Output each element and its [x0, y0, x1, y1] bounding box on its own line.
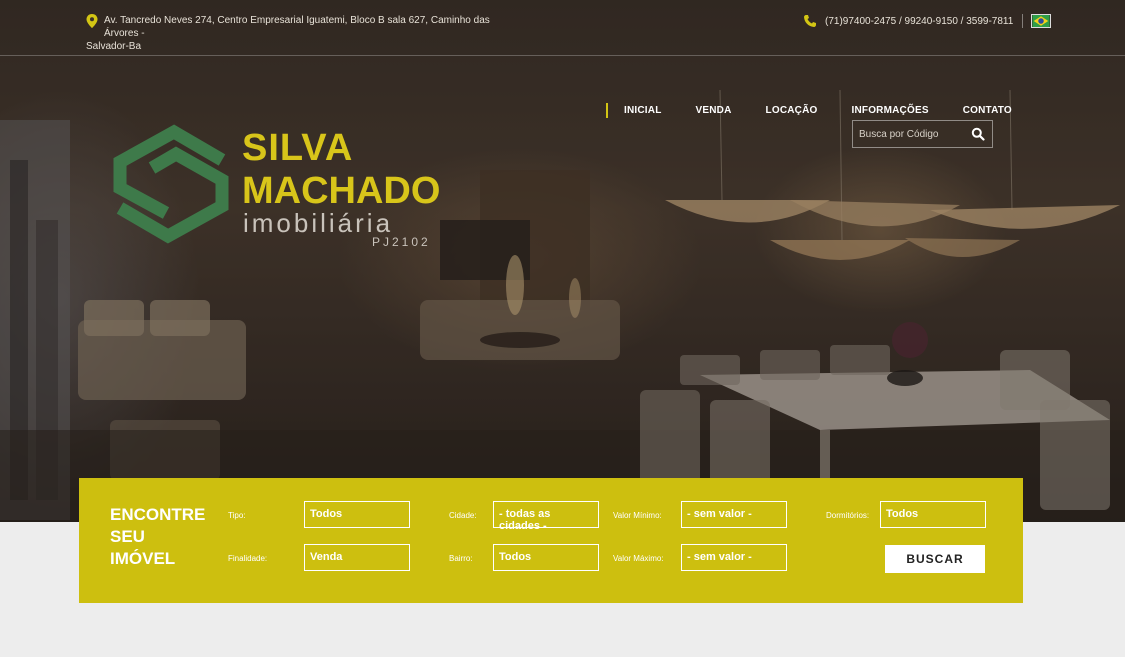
buscar-button[interactable]: BUSCAR [885, 545, 985, 573]
nav-item-locacao[interactable]: LOCAÇÃO [766, 105, 818, 116]
phone-numbers: (71)97400-2475 / 99240-9150 / 3599-7811 [825, 15, 1014, 27]
hero-banner [0, 0, 1125, 522]
brazil-flag-icon[interactable] [1031, 14, 1052, 28]
panel-title-line-2: SEU [110, 527, 145, 546]
valor-minimo-select[interactable]: - sem valor - [681, 501, 787, 528]
bairro-label: Bairro: [449, 554, 473, 563]
panel-title: ENCONTRE SEU IMÓVEL [110, 504, 210, 570]
main-nav: INICIAL VENDA LOCAÇÃO INFORMAÇÕES CONTAT… [606, 102, 1012, 118]
tipo-select[interactable]: Todos [304, 501, 410, 528]
divider [1022, 14, 1024, 28]
logo-text-machado: MACHADO [242, 170, 441, 212]
logo-registration: PJ2102 [372, 235, 431, 249]
logo-text-silva: SILVA [242, 127, 354, 169]
valor-maximo-label: Valor Máximo: [613, 554, 664, 563]
top-bar: Av. Tancredo Neves 274, Centro Empresari… [0, 0, 1125, 56]
cidade-label: Cidade: [449, 511, 477, 520]
search-icon[interactable] [971, 127, 985, 141]
finalidade-label: Finalidade: [228, 554, 268, 563]
logo-text-imobiliaria: imobiliária [243, 208, 394, 238]
nav-active-indicator [606, 102, 608, 118]
finalidade-select[interactable]: Venda [304, 544, 410, 571]
address-line-1: Av. Tancredo Neves 274, Centro Empresari… [104, 15, 490, 39]
panel-title-line-3: IMÓVEL [110, 549, 176, 568]
nav-item-informacoes[interactable]: INFORMAÇÕES [851, 105, 928, 116]
tipo-label: Tipo: [228, 511, 246, 520]
hero-overlay [0, 0, 1125, 522]
dormitorios-label: Dormitórios: [826, 511, 870, 520]
nav-item-venda[interactable]: VENDA [696, 105, 732, 116]
panel-title-line-1: ENCONTRE [110, 505, 206, 524]
address-line-2: Salvador-Ba [86, 41, 142, 52]
valor-maximo-select[interactable]: - sem valor - [681, 544, 787, 571]
logo-mark-icon [113, 124, 229, 244]
code-search-box [852, 120, 993, 148]
dormitorios-select[interactable]: Todos [880, 501, 986, 528]
company-logo[interactable]: SILVA MACHADO imobiliária PJ2102 [112, 120, 452, 255]
phone-icon [804, 15, 816, 27]
nav-item-contato[interactable]: CONTATO [963, 105, 1012, 116]
property-search-panel: ENCONTRE SEU IMÓVEL Tipo: Todos Cidade: … [79, 478, 1023, 603]
bairro-select[interactable]: Todos [493, 544, 599, 571]
nav-item-inicial[interactable]: INICIAL [624, 105, 662, 116]
map-pin-icon [86, 14, 98, 28]
cidade-select[interactable]: - todas as cidades - [493, 501, 599, 532]
address-block: Av. Tancredo Neves 274, Centro Empresari… [86, 14, 526, 53]
valor-minimo-label: Valor Mínimo: [613, 511, 662, 520]
code-search-input[interactable] [853, 128, 965, 140]
phone-block: (71)97400-2475 / 99240-9150 / 3599-7811 [803, 14, 1052, 28]
